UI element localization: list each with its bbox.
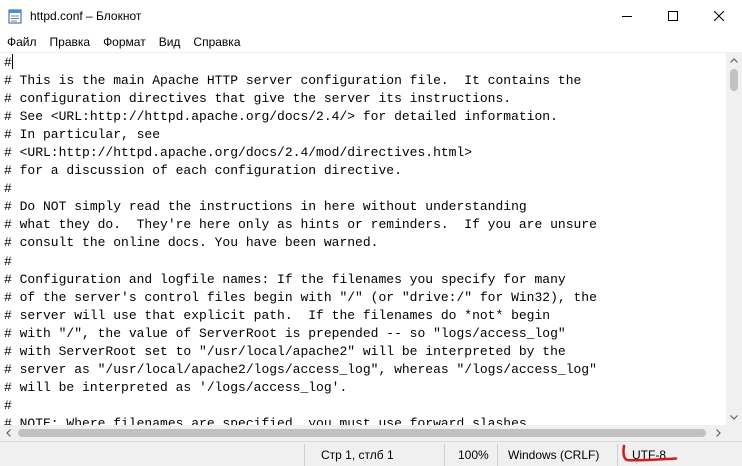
status-separator [497, 444, 498, 466]
scrollbar-corner [726, 425, 742, 441]
close-button[interactable] [696, 0, 742, 32]
maximize-button[interactable] [650, 0, 696, 32]
editor-content[interactable]: # # This is the main Apache HTTP server … [0, 53, 726, 426]
text-caret [11, 54, 13, 69]
maximize-icon [668, 11, 678, 21]
editor-text: # This is the main Apache HTTP server co… [4, 73, 597, 426]
vertical-scrollbar[interactable] [726, 52, 742, 425]
menu-bar: Файл Правка Формат Вид Справка [0, 32, 742, 52]
title-bar[interactable]: httpd.conf – Блокнот [0, 0, 742, 32]
text-editor[interactable]: # # This is the main Apache HTTP server … [0, 52, 726, 426]
scroll-down-button[interactable] [726, 409, 742, 425]
scroll-up-button[interactable] [726, 52, 742, 68]
menu-file[interactable]: Файл [0, 32, 43, 52]
zoom-level: 100% [458, 448, 489, 462]
menu-help[interactable]: Справка [186, 32, 246, 52]
menu-view[interactable]: Вид [152, 32, 187, 52]
line-endings: Windows (CRLF) [508, 448, 600, 462]
editor-first-line: # [4, 55, 12, 70]
horizontal-scrollbar[interactable] [0, 425, 726, 441]
chevron-up-icon [730, 57, 738, 63]
vertical-scroll-thumb[interactable] [730, 69, 738, 91]
chevron-left-icon [5, 429, 11, 437]
status-separator [444, 444, 445, 466]
menu-edit[interactable]: Правка [43, 32, 97, 52]
red-underline-annotation [622, 444, 678, 462]
minimize-icon [622, 16, 632, 17]
notepad-icon [8, 9, 22, 24]
chevron-right-icon [715, 429, 721, 437]
horizontal-scroll-thumb[interactable] [18, 429, 706, 437]
menu-format[interactable]: Формат [96, 32, 152, 52]
cursor-position: Стр 1, стлб 1 [321, 448, 394, 462]
minimize-button[interactable] [604, 0, 650, 32]
status-separator [304, 444, 305, 466]
scroll-left-button[interactable] [0, 425, 16, 441]
window-title: httpd.conf – Блокнот [30, 9, 142, 23]
close-icon [714, 11, 724, 21]
chevron-down-icon [730, 414, 738, 420]
scroll-right-button[interactable] [710, 425, 726, 441]
